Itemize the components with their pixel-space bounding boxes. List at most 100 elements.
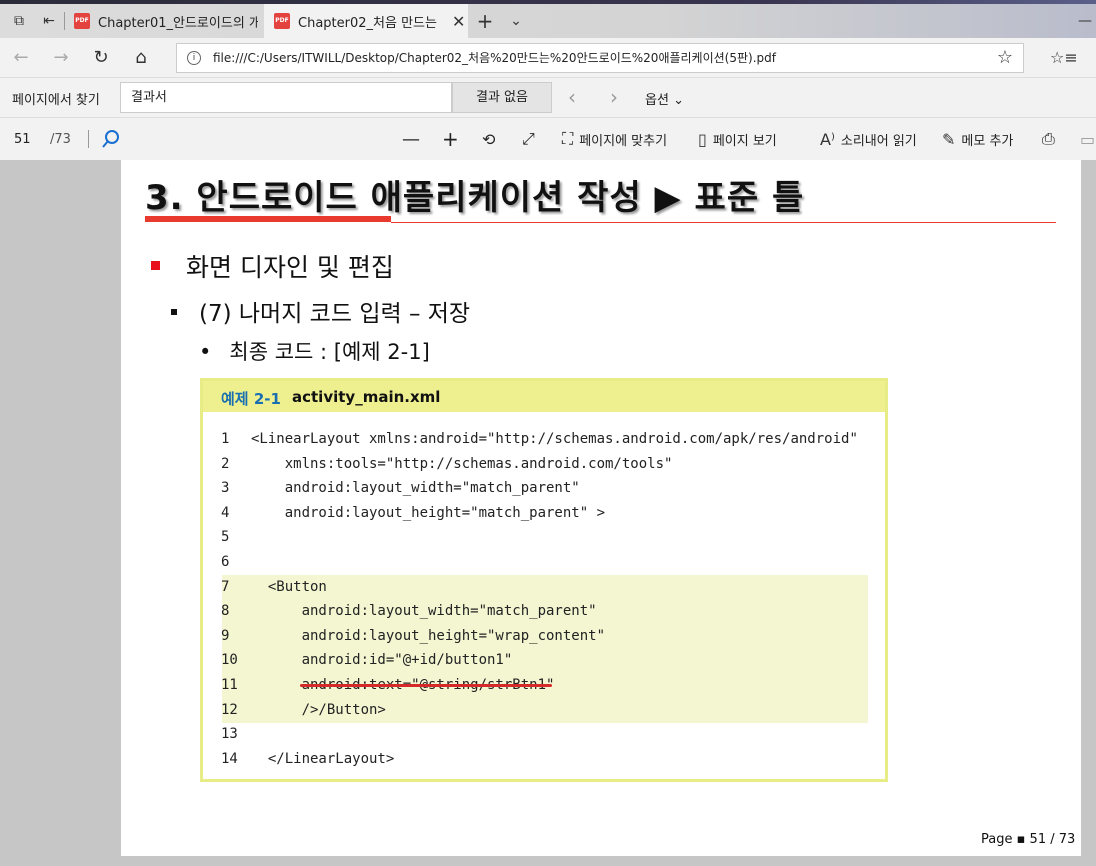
pdf-toolbar: 51 /73 — + ⟲ ⤢ ⛶ 페이지에 맞추기 ▯ 페이지 보기 A⁾ 소리… [0, 118, 1096, 160]
line-number: 3 [221, 480, 230, 497]
toolbar-divider [88, 130, 89, 148]
fit-page-label: 페이지에 맞추기 [579, 133, 668, 149]
chevron-down-icon[interactable]: ⌄ [505, 10, 527, 32]
code-text: android:layout_width="match_parent" [251, 603, 597, 620]
page-number-input[interactable]: 51 [14, 132, 31, 147]
code-line: 6 [221, 552, 251, 572]
zoom-out-icon[interactable]: — [402, 128, 420, 150]
line-number: 11 [221, 677, 238, 693]
tab-label: Chapter01_안드로이드의 개 [98, 15, 258, 31]
find-options-button[interactable]: 옵션 ⌄ [645, 89, 684, 108]
address-text: file:///C:/Users/ITWILL/Desktop/Chapter0… [213, 51, 776, 65]
minimize-icon[interactable]: — [1074, 10, 1096, 32]
line-number: 13 [221, 726, 238, 743]
line-number: 12 [221, 701, 238, 718]
page-view-button[interactable]: ▯ 페이지 보기 [698, 128, 777, 150]
slide-title: 3. 안드로이드 애플리케이션 작성 ▶ 표준 틀 [145, 178, 805, 218]
red-bullet-icon [151, 260, 160, 270]
strikethrough-mark [300, 684, 552, 687]
example-number: 예제 2-1 [221, 390, 281, 408]
bullet-level2: (7) 나머지 코드 입력 – 저장 [171, 294, 470, 328]
page-view-icon: ▯ [698, 129, 707, 149]
code-line: 12 />/Button> [221, 700, 386, 720]
find-bar: 페이지에서 찾기 결과서 결과 없음 ‹ › 옵션 ⌄ [0, 78, 1096, 118]
add-note-button[interactable]: ✎ 메모 추가 [942, 128, 1013, 150]
line-number: 10 [221, 652, 238, 669]
code-line: 4 android:layout_height="match_parent" > [221, 503, 605, 523]
code-text: android:id="@+id/button1" [251, 652, 513, 669]
bullet-level1: 화면 디자인 및 편집 [151, 248, 394, 284]
code-line: 1 <LinearLayout xmlns:android="http://sch… [221, 429, 858, 449]
read-aloud-label: 소리내어 읽기 [840, 133, 917, 149]
line-number: 2 [221, 455, 230, 472]
pdf-icon: PDF [74, 13, 90, 29]
code-text: </LinearLayout> [251, 750, 395, 767]
new-tab-icon[interactable]: + [474, 10, 496, 32]
find-result: 결과 없음 [452, 82, 552, 113]
line-number: 9 [221, 627, 230, 644]
back-icon[interactable]: ← [8, 45, 34, 71]
bullet-level1-text: 화면 디자인 및 편집 [186, 253, 394, 282]
find-next-icon[interactable]: › [610, 85, 618, 109]
navigation-bar: ← → ↻ ⌂ i file:///C:/Users/ITWILL/Deskto… [0, 38, 1096, 78]
fit-page-button[interactable]: ⛶ 페이지에 맞추기 [562, 128, 667, 150]
code-line: 2 xmlns:tools="http://schemas.android.co… [221, 454, 672, 474]
code-line: 8 android:layout_width="match_parent" [221, 601, 597, 621]
close-tab-icon[interactable]: ✕ [452, 12, 465, 31]
example-filename: activity_main.xml [292, 388, 441, 406]
set-aside-tabs-icon[interactable]: ⇤ [38, 10, 60, 32]
info-icon[interactable]: i [187, 51, 201, 65]
code-text: android:layout_width="match_parent" [251, 480, 580, 497]
code-text: android:layout_height="match_parent" > [251, 504, 606, 521]
rotate-icon[interactable]: ⟲ [482, 128, 495, 150]
home-icon[interactable]: ⌂ [128, 45, 154, 71]
find-label: 페이지에서 찾기 [12, 93, 100, 108]
favorite-star-icon[interactable]: ☆ [997, 44, 1013, 72]
print-icon[interactable]: ⎙ [1042, 128, 1055, 150]
code-line: 13 [221, 724, 251, 744]
bullet-level3-text: 최종 코드 : [예제 2-1] [229, 340, 430, 364]
find-input[interactable]: 결과서 [120, 82, 452, 113]
fullscreen-icon[interactable]: ⤢ [522, 128, 535, 150]
tab-chapter01[interactable]: PDF Chapter01_안드로이드의 개 [64, 4, 264, 38]
bullet-level3: • 최종 코드 : [예제 2-1] [199, 336, 430, 366]
pdf-page: 3. 안드로이드 애플리케이션 작성 ▶ 표준 틀 화면 디자인 및 편집 (7… [121, 160, 1081, 856]
refresh-icon[interactable]: ↻ [88, 45, 114, 71]
pdf-icon: PDF [274, 13, 290, 29]
zoom-in-icon[interactable]: + [442, 127, 459, 151]
forward-icon[interactable]: → [48, 45, 74, 71]
code-line: 9 android:layout_height="wrap_content" [221, 626, 605, 646]
line-number: 14 [221, 750, 238, 767]
tab-groups-icon[interactable]: ⧉ [8, 10, 30, 32]
line-number: 1 [221, 431, 230, 447]
page-gutter-right [1081, 160, 1096, 866]
find-options-label: 옵션 [645, 93, 669, 108]
code-line: 5 [221, 527, 251, 547]
read-aloud-icon: A⁾ [820, 129, 835, 149]
tab-label: Chapter02_처음 만드는 [298, 15, 437, 31]
page-view-label: 페이지 보기 [712, 133, 777, 149]
page-gutter-left [0, 160, 121, 866]
read-aloud-button[interactable]: A⁾ 소리내어 읽기 [820, 128, 917, 150]
dot-bullet-icon: • [199, 340, 212, 364]
search-icon[interactable] [100, 128, 122, 150]
tab-bar: ⧉ ⇤ PDF Chapter01_안드로이드의 개 PDF Chapter02… [0, 4, 1096, 38]
code-line: 3 android:layout_width="match_parent" [221, 478, 580, 498]
address-bar[interactable]: i file:///C:/Users/ITWILL/Desktop/Chapte… [176, 43, 1024, 73]
code-line: 10 android:id="@+id/button1" [221, 650, 512, 670]
fit-page-icon: ⛶ [562, 129, 574, 148]
favorites-icon[interactable]: ☆≡ [1050, 45, 1078, 71]
line-number: 8 [221, 603, 230, 620]
find-previous-icon[interactable]: ‹ [568, 85, 576, 109]
code-example-box: 예제 2-1 activity_main.xml 1 <LinearLayout … [200, 378, 888, 782]
pen-icon: ✎ [942, 129, 956, 149]
save-icon[interactable]: ▭ [1080, 128, 1095, 150]
bullet-level2-text: (7) 나머지 코드 입력 – 저장 [199, 301, 471, 327]
code-text: <Button [251, 578, 327, 595]
tab-chapter02[interactable]: PDF Chapter02_처음 만드는 ✕ [264, 4, 468, 38]
title-underline [391, 222, 1056, 223]
line-number: 5 [221, 529, 230, 546]
line-number: 4 [221, 504, 230, 521]
code-line: 7 <Button [221, 577, 327, 597]
page-footer: Page ▪ 51 / 73 [981, 832, 1076, 847]
